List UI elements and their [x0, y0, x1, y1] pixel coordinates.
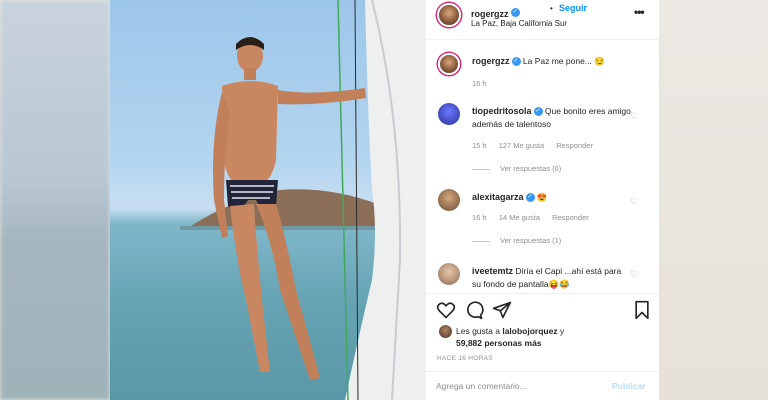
- horizon: [180, 226, 390, 230]
- likes-prefix: Les gusta a: [456, 326, 500, 336]
- replies-line: [472, 240, 490, 242]
- comment-like-heart-icon[interactable]: ♡: [630, 196, 638, 207]
- view-replies-button[interactable]: Ver respuestas (1): [472, 236, 561, 245]
- commenter-username[interactable]: alexitagarza: [472, 192, 524, 202]
- caption: rogergzz ✓ La Paz me pone... 😏 16 h: [426, 53, 660, 93]
- liker-avatar[interactable]: [439, 325, 452, 338]
- post-photo[interactable]: [110, 0, 425, 400]
- commenter-avatar[interactable]: [438, 263, 460, 285]
- author-username[interactable]: rogergzz: [471, 9, 509, 19]
- comment-likes[interactable]: 14 Me gusta: [499, 213, 540, 222]
- comment-like-heart-icon[interactable]: ♡: [630, 111, 638, 122]
- follow-button[interactable]: Seguir: [559, 3, 587, 13]
- author-avatar[interactable]: [437, 3, 461, 27]
- comment-item: tiopedritosola ✓ Que bonito eres amigo ad…: [426, 103, 660, 183]
- verified-badge-icon: ✓: [511, 57, 521, 67]
- background-right: [659, 0, 768, 400]
- comment-time[interactable]: 15 h: [472, 141, 487, 150]
- reply-button[interactable]: Responder: [552, 213, 589, 222]
- comment-text: 😍: [536, 192, 548, 202]
- background-left: [0, 0, 110, 400]
- likes-conj: y: [559, 326, 565, 336]
- caption-username[interactable]: rogergzz: [472, 56, 510, 66]
- comment-input[interactable]: [436, 379, 596, 393]
- heart-icon[interactable]: [436, 300, 456, 320]
- comment-item: alexitagarza ✓ 😍 ♡ 16 h 14 Me gusta Respo…: [426, 189, 660, 255]
- view-replies-button[interactable]: Ver respuestas (6): [472, 164, 561, 173]
- commenter-avatar[interactable]: [438, 103, 460, 125]
- comments-list[interactable]: rogergzz ✓ La Paz me pone... 😏 16 h tiope…: [426, 41, 660, 293]
- post-timestamp[interactable]: HACE 16 HORAS: [437, 355, 493, 362]
- commenter-avatar[interactable]: [438, 189, 460, 211]
- photo-illustration: [180, 0, 425, 400]
- post-details-panel: rogergzz ✓ • Seguir La Paz, Baja Californ…: [425, 0, 660, 400]
- comment-composer: Publicar: [426, 371, 660, 400]
- more-options-icon[interactable]: •••: [634, 5, 645, 19]
- view-replies-label: Ver respuestas (1): [500, 236, 562, 245]
- verified-badge-icon: ✓: [510, 8, 520, 18]
- separator-dot: •: [550, 4, 553, 13]
- likes-count[interactable]: 59,882 personas más: [456, 338, 542, 348]
- commenter-username[interactable]: iveetemtz: [472, 266, 513, 276]
- caption-time[interactable]: 16 h: [472, 79, 487, 88]
- comment-icon[interactable]: [464, 300, 484, 320]
- verified-badge-icon: ✓: [525, 193, 535, 203]
- replies-line: [472, 168, 490, 170]
- comment-like-heart-icon[interactable]: ♡: [630, 269, 638, 280]
- view-replies-label: Ver respuestas (6): [500, 164, 562, 173]
- publish-button[interactable]: Publicar: [612, 381, 646, 391]
- comment-time[interactable]: 16 h: [472, 213, 487, 222]
- verified-badge-icon: ✓: [533, 107, 543, 117]
- liker-username[interactable]: lalobojorquez: [502, 326, 557, 336]
- commenter-username[interactable]: tiopedritosola: [472, 106, 532, 116]
- likes-summary[interactable]: Les gusta a lalobojorquez y 59,882 perso…: [456, 325, 646, 349]
- post-actions: Les gusta a lalobojorquez y 59,882 perso…: [426, 293, 660, 371]
- bookmark-icon[interactable]: [632, 300, 652, 320]
- share-icon[interactable]: [492, 300, 512, 320]
- caption-text: La Paz me pone... 😏: [522, 56, 605, 66]
- caption-avatar[interactable]: [438, 53, 460, 75]
- reply-button[interactable]: Responder: [556, 141, 593, 150]
- post-header: rogergzz ✓ • Seguir La Paz, Baja Californ…: [426, 0, 660, 40]
- comment-item: iveetemtz Diría el Capi ...ahí está para…: [426, 263, 660, 293]
- post-location[interactable]: La Paz, Baja California Sur: [471, 19, 567, 28]
- comment-likes[interactable]: 127 Me gusta: [499, 141, 544, 150]
